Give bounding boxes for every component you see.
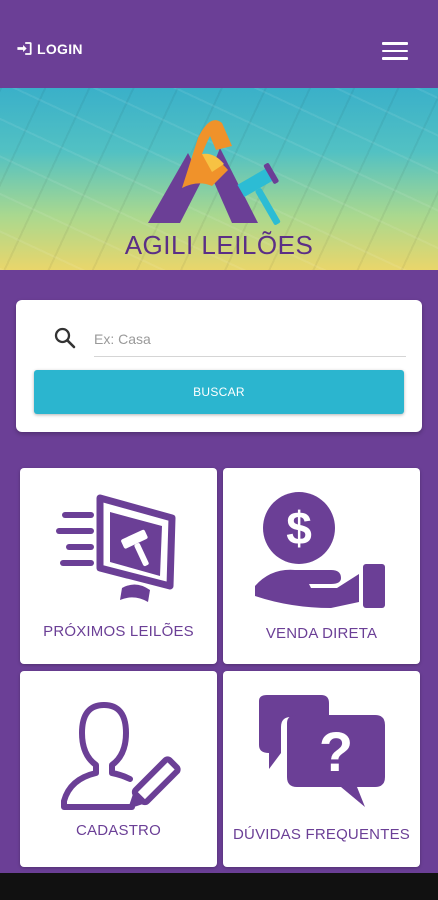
search-button[interactable]: BUSCAR xyxy=(34,370,404,414)
online-auction-monitor-icon xyxy=(56,494,176,602)
login-label: LOGIN xyxy=(37,40,83,57)
user-edit-icon xyxy=(61,702,181,810)
question-chat-icon: ? xyxy=(259,695,385,807)
search-input[interactable] xyxy=(94,322,406,357)
tile-duvidas-frequentes[interactable]: ? DÚVIDAS FREQUENTES xyxy=(223,671,420,867)
app-header: LOGIN xyxy=(0,0,438,88)
search-icon xyxy=(54,327,76,349)
tile-proximos-leiloes[interactable]: PRÓXIMOS LEILÕES xyxy=(20,468,217,664)
tile-label: CADASTRO xyxy=(76,822,161,839)
hero-banner: AGILI LEILÕES xyxy=(0,88,438,270)
gavel-triangle-logo xyxy=(148,120,281,225)
brand-name: AGILI LEILÕES xyxy=(124,230,314,260)
system-navigation-bar xyxy=(0,873,438,900)
search-card: BUSCAR xyxy=(16,300,422,432)
sign-in-icon xyxy=(17,42,32,55)
tile-label: DÚVIDAS FREQUENTES xyxy=(233,826,410,843)
tile-label: VENDA DIRETA xyxy=(265,625,378,642)
svg-text:?: ? xyxy=(319,720,353,783)
svg-text:$: $ xyxy=(286,502,312,554)
tile-cadastro[interactable]: CADASTRO xyxy=(20,671,217,867)
login-button[interactable]: LOGIN xyxy=(16,40,83,57)
money-hand-icon: $ xyxy=(255,492,385,608)
tile-label: PRÓXIMOS LEILÕES xyxy=(43,623,194,640)
tile-venda-direta[interactable]: $ VENDA DIRETA xyxy=(223,468,420,664)
hamburger-menu-icon[interactable] xyxy=(382,42,408,60)
